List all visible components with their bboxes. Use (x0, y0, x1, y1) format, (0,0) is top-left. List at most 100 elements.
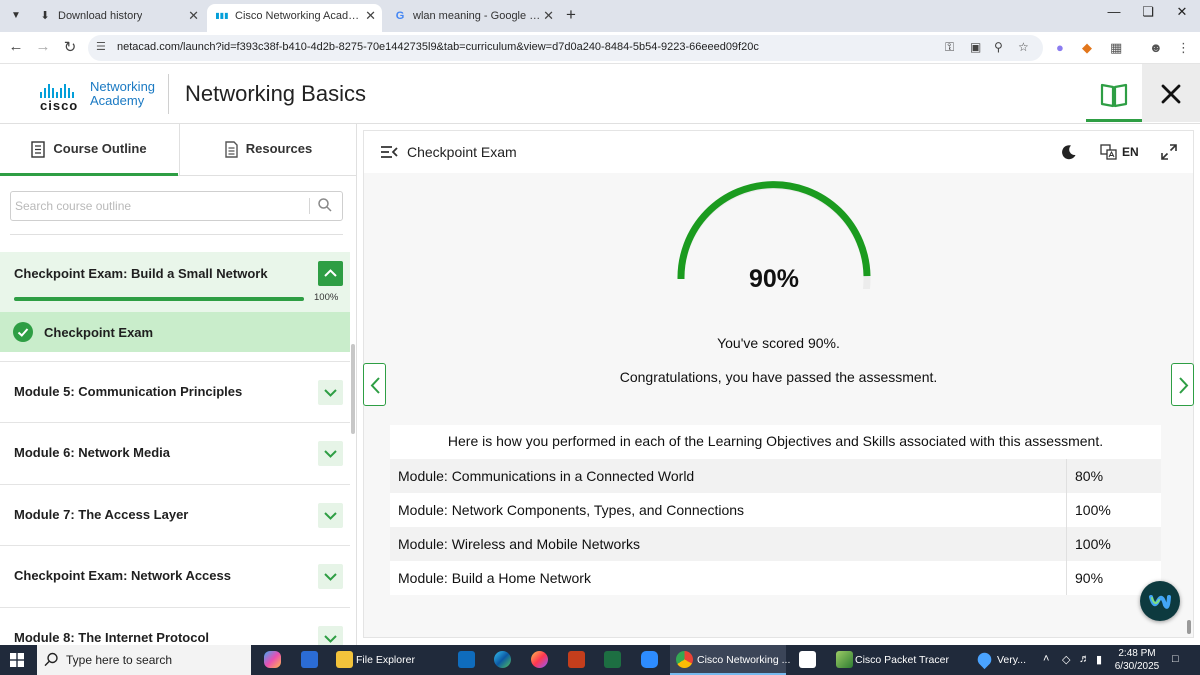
language-selector[interactable]: EN (1122, 145, 1139, 159)
firefox-icon (531, 651, 548, 668)
close-tab-icon[interactable]: ✕ (188, 4, 199, 28)
page-scrollbar[interactable] (1187, 620, 1191, 634)
zoom-icon[interactable]: ⚲ (994, 40, 1003, 54)
module-6-network-media[interactable]: Module 6: Network Media (0, 422, 350, 483)
taskbar-clock[interactable]: 2:48 PM 6/30/2025 (1111, 647, 1163, 673)
excel-taskbar-button[interactable] (602, 645, 624, 675)
volume-icon[interactable]: ♬ (1079, 653, 1090, 665)
weather-widget[interactable]: Very... (972, 645, 1034, 675)
expand-module-button[interactable] (318, 564, 343, 589)
dark-mode-moon-icon[interactable] (1061, 144, 1077, 160)
exam-result-panel: Checkpoint Exam EN 90% You've scored 90%… (363, 130, 1194, 638)
install-app-icon[interactable]: ▣ (970, 40, 981, 54)
expand-module-button[interactable] (318, 441, 343, 466)
search-icon[interactable] (317, 197, 333, 213)
previous-page-button[interactable] (363, 363, 386, 406)
expand-module-button[interactable] (318, 503, 343, 528)
store-taskbar-button[interactable] (299, 645, 321, 675)
edge-taskbar-button[interactable] (492, 645, 514, 675)
back-button[interactable]: ← (6, 38, 26, 55)
module-7-access-layer[interactable]: Module 7: The Access Layer (0, 484, 350, 545)
taskbar-app-label: Cisco Networking ... (697, 654, 791, 666)
network-icon[interactable]: ◇ (1062, 653, 1070, 666)
address-bar[interactable]: ☰ netacad.com/launch?id=f393c38f-b410-4d… (88, 35, 1043, 61)
extension-icon[interactable]: ● (1056, 40, 1064, 55)
profile-icon[interactable]: ☻ (1149, 40, 1163, 55)
notifications-icon[interactable]: □ (1172, 653, 1179, 665)
store-icon (301, 651, 318, 668)
minimize-button[interactable]: — (1099, 4, 1129, 19)
outlook-taskbar-button[interactable] (456, 645, 478, 675)
chrome-taskbar-button[interactable]: Cisco Networking ... (670, 645, 790, 675)
tab-download-history[interactable]: ⬇ Download history ✕ (30, 4, 205, 32)
bookmark-star-icon[interactable]: ☆ (1018, 40, 1029, 54)
objective-score: 100% (1075, 502, 1111, 518)
objective-name: Module: Build a Home Network (398, 570, 591, 586)
tab-resources[interactable]: Resources (179, 124, 356, 176)
zoom-video-icon (641, 651, 658, 668)
outline-item-checkpoint-exam[interactable]: Checkpoint Exam (0, 312, 350, 352)
password-key-icon[interactable]: ⚿ (945, 40, 954, 55)
new-tab-button[interactable]: + (566, 5, 576, 25)
tab-cisco-networking-academy[interactable]: ▮▮▮ Cisco Networking Academy: Co ✕ (207, 4, 382, 32)
taskbar-app-label: File Explorer (356, 654, 415, 666)
file-explorer-taskbar-button[interactable]: File Explorer (330, 645, 450, 675)
webex-assistant-button[interactable] (1140, 581, 1180, 621)
sidebar-tabs: Course Outline Resources (0, 124, 356, 176)
collapse-section-button[interactable] (318, 261, 343, 286)
close-course-button[interactable] (1142, 64, 1200, 122)
logo-line1: Networking (90, 79, 156, 94)
close-tab-icon[interactable]: ✕ (365, 4, 376, 28)
translate-icon[interactable] (1100, 144, 1118, 160)
chevron-down-icon (324, 450, 337, 458)
packet-tracer-taskbar-button[interactable]: Cisco Packet Tracer (830, 645, 960, 675)
course-book-button[interactable] (1086, 64, 1142, 122)
next-page-button[interactable] (1171, 363, 1194, 406)
chevron-up-icon[interactable]: ˄ (1043, 653, 1049, 665)
site-info-icon[interactable]: ☰ (96, 40, 106, 53)
tab-google-search[interactable]: G wlan meaning - Google Search ✕ (385, 4, 560, 32)
tab-resources-label: Resources (245, 141, 313, 156)
zoom-taskbar-button[interactable] (639, 645, 661, 675)
expand-fullscreen-icon[interactable] (1161, 144, 1177, 160)
cisco-networking-academy-logo[interactable]: cisco Networking Academy (40, 78, 160, 114)
windows-start-icon[interactable] (10, 653, 24, 667)
excel-icon (604, 651, 621, 668)
module-8-internet-protocol[interactable]: Module 8: The Internet Protocol (0, 607, 350, 645)
raindrop-icon (974, 649, 995, 670)
module-5-communication-principles[interactable]: Module 5: Communication Principles (0, 361, 350, 422)
forward-button[interactable]: → (33, 38, 53, 55)
tab-search-dropdown[interactable]: ▼ (6, 6, 26, 26)
module-label: Module 6: Network Media (14, 445, 171, 460)
close-tab-icon[interactable]: ✕ (543, 4, 554, 28)
firefox-taskbar-button[interactable] (529, 645, 551, 675)
battery-icon[interactable]: ▮ (1096, 653, 1102, 666)
metamask-icon[interactable]: ◆ (1082, 40, 1092, 56)
sidebar-scrollbar[interactable] (351, 344, 355, 434)
objective-score: 90% (1075, 570, 1104, 586)
expand-module-button[interactable] (318, 380, 343, 405)
checkpoint-exam-network-access[interactable]: Checkpoint Exam: Network Access (0, 545, 350, 606)
content-title: Checkpoint Exam (407, 144, 517, 160)
restore-button[interactable]: ❏ (1133, 4, 1163, 20)
tab-title: wlan meaning - Google Search (413, 10, 543, 22)
reload-button[interactable]: ↻ (60, 38, 80, 56)
table-row: Module: Network Components, Types, and C… (390, 493, 1161, 527)
app-taskbar-button[interactable] (797, 645, 819, 675)
module-label: Module 7: The Access Layer (14, 507, 189, 522)
browser-menu-icon[interactable]: ⋮ (1177, 40, 1190, 56)
objective-name: Module: Network Components, Types, and C… (398, 502, 745, 518)
tab-course-outline[interactable]: Course Outline (0, 124, 178, 176)
objective-score: 80% (1075, 468, 1104, 484)
close-window-button[interactable]: ✕ (1167, 4, 1197, 20)
copilot-taskbar-button[interactable] (262, 645, 284, 675)
section-checkpoint-exam-small-network[interactable]: Checkpoint Exam: Build a Small Network 1… (0, 252, 350, 312)
extensions-puzzle-icon[interactable]: ▦ (1110, 40, 1122, 56)
collapse-menu-icon[interactable] (380, 144, 398, 160)
taskbar-search-box[interactable]: Type here to search (37, 645, 251, 675)
expand-module-button[interactable] (318, 626, 343, 645)
book-icon (1100, 83, 1128, 108)
score-percent: 90% (748, 265, 800, 293)
powerpoint-taskbar-button[interactable] (566, 645, 588, 675)
search-course-outline-input[interactable] (15, 196, 305, 216)
